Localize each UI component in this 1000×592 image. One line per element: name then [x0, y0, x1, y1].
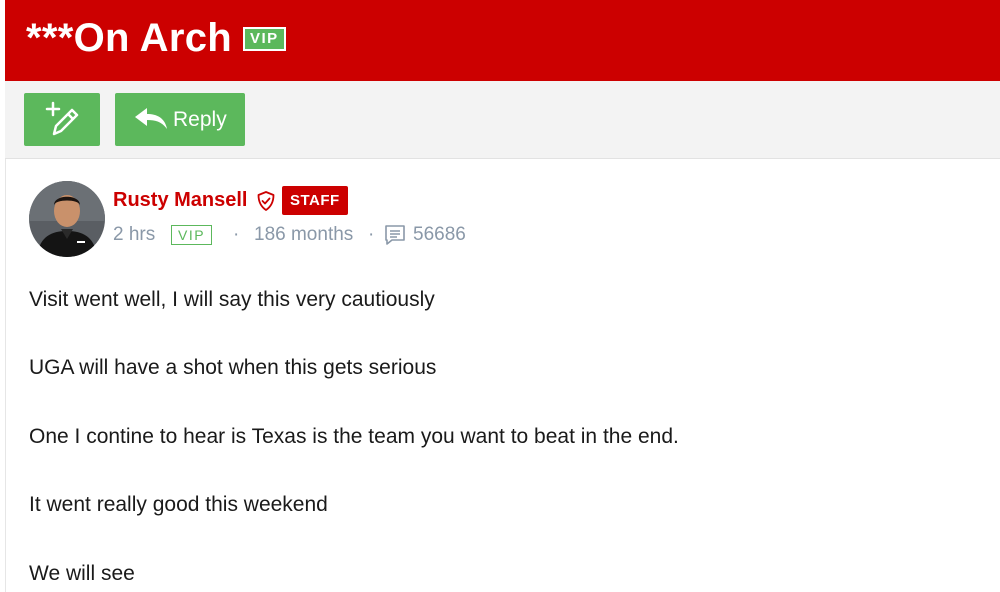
post-paragraph: We will see — [29, 562, 135, 585]
author-name[interactable]: Rusty Mansell — [113, 188, 247, 212]
reply-label: Reply — [173, 108, 227, 131]
post-paragraph: UGA will have a shot when this gets seri… — [29, 356, 437, 379]
thread-header: ***On Arch VIP — [5, 0, 1000, 81]
post-time[interactable]: 2 hrs — [113, 223, 155, 247]
post-paragraph: It went really good this weekend — [29, 493, 328, 516]
post-count: 56686 — [413, 224, 466, 245]
reply-arrow-icon — [135, 108, 167, 129]
reply-button[interactable]: Reply — [115, 93, 245, 146]
new-post-pencil-icon — [45, 101, 79, 136]
membership-length: 186 months — [254, 224, 354, 245]
shield-icon — [257, 191, 275, 211]
vip-badge: VIP — [243, 27, 286, 51]
new-post-button[interactable] — [24, 93, 100, 146]
post-paragraph: Visit went well, I will say this very ca… — [29, 288, 435, 311]
user-vip-badge: VIP — [171, 225, 213, 245]
separator-dot: · — [233, 224, 240, 245]
comment-icon — [385, 225, 405, 245]
post-paragraph: One I contine to hear is Texas is the te… — [29, 425, 679, 448]
avatar[interactable] — [29, 181, 105, 257]
separator-dot: · — [368, 224, 375, 245]
staff-badge: STAFF — [282, 186, 348, 215]
thread-toolbar: Reply — [5, 81, 1000, 159]
thread-title: ***On Arch — [26, 16, 233, 60]
post: Rusty Mansell STAFF 2 hrs VIP · 186 mont… — [5, 159, 1000, 592]
